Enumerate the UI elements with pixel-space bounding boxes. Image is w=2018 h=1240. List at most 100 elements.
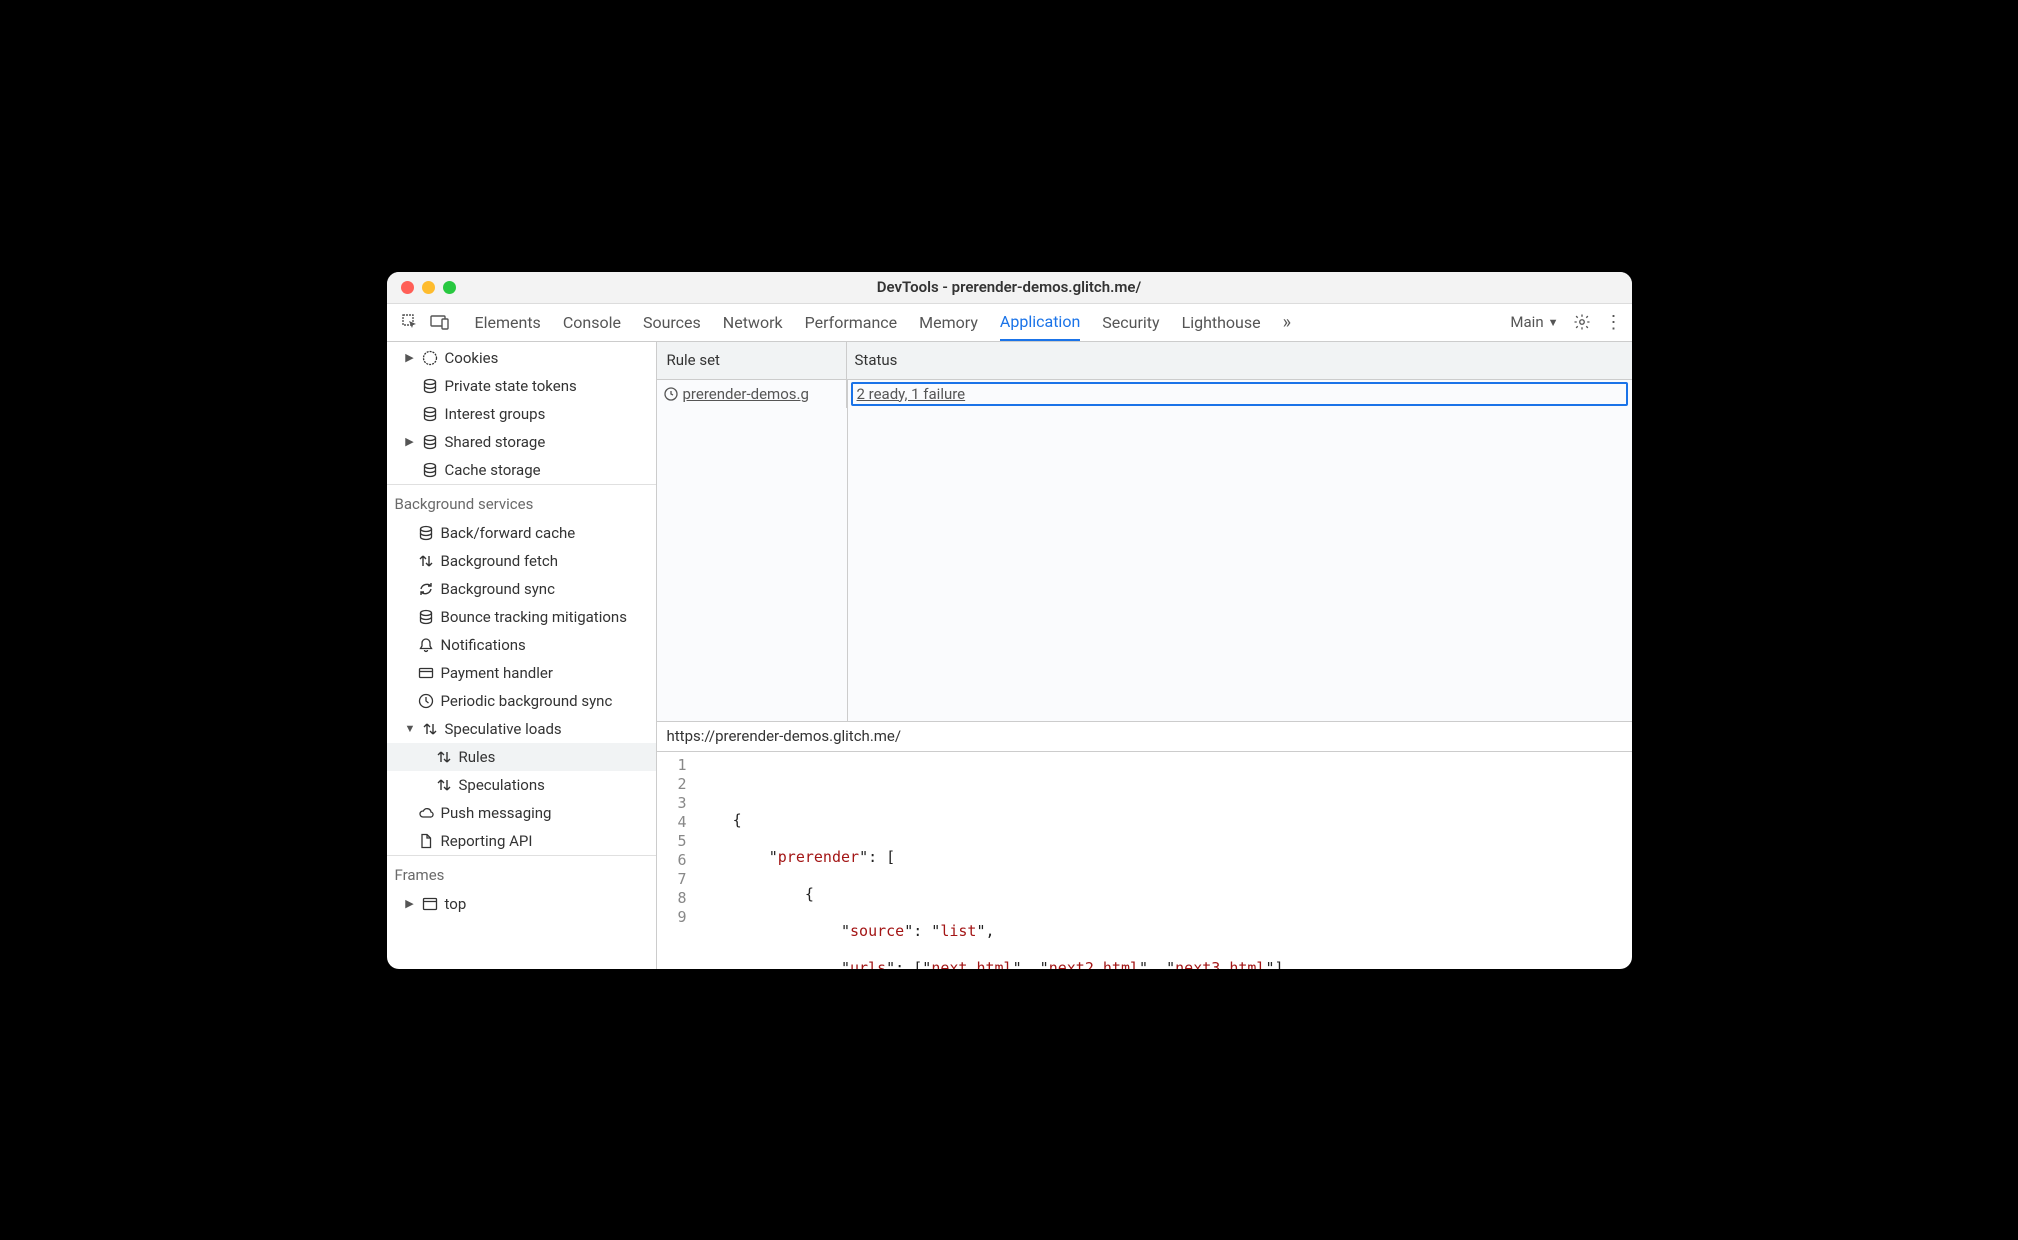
sidebar-item-label: Shared storage xyxy=(445,433,546,451)
sidebar-item-cookies[interactable]: ▶ Cookies xyxy=(387,344,656,372)
transfer-icon xyxy=(435,749,453,765)
sidebar-item-label: Periodic background sync xyxy=(441,692,613,710)
credit-card-icon xyxy=(417,665,435,681)
transfer-icon xyxy=(417,553,435,569)
window-title: DevTools - prerender-demos.glitch.me/ xyxy=(387,278,1632,296)
sidebar-item-notifications[interactable]: Notifications xyxy=(387,631,656,659)
tab-performance[interactable]: Performance xyxy=(805,304,898,341)
detail-url: https://prerender-demos.glitch.me/ xyxy=(657,722,1632,752)
application-sidebar: ▶ Cookies Private state tokens Interest … xyxy=(387,342,657,969)
clock-arrow-icon xyxy=(663,386,679,402)
column-divider[interactable] xyxy=(847,380,848,721)
device-toolbar-icon[interactable] xyxy=(427,309,453,335)
sidebar-item-private-state-tokens[interactable]: Private state tokens xyxy=(387,372,656,400)
tab-memory[interactable]: Memory xyxy=(919,304,978,341)
transfer-icon xyxy=(421,721,439,737)
close-window-button[interactable] xyxy=(401,281,414,294)
sidebar-item-reporting-api[interactable]: Reporting API xyxy=(387,827,656,855)
tab-console[interactable]: Console xyxy=(563,304,621,341)
sidebar-item-background-fetch[interactable]: Background fetch xyxy=(387,547,656,575)
sidebar-item-label: Notifications xyxy=(441,636,526,654)
code-viewer: 1 2 3 4 5 6 7 8 9 { "prerender": [ { "so… xyxy=(657,752,1632,969)
tab-sources[interactable]: Sources xyxy=(643,304,701,341)
sidebar-item-label: Private state tokens xyxy=(445,377,577,395)
section-header-background-services: Background services xyxy=(387,484,656,519)
titlebar: DevTools - prerender-demos.glitch.me/ xyxy=(387,272,1632,304)
sidebar-item-shared-storage[interactable]: ▶ Shared storage xyxy=(387,428,656,456)
sidebar-item-background-sync[interactable]: Background sync xyxy=(387,575,656,603)
rules-table-body: prerender-demos.g 2 ready, 1 failure xyxy=(657,380,1632,722)
toolbar: Elements Console Sources Network Perform… xyxy=(387,304,1632,342)
cloud-icon xyxy=(417,805,435,821)
tab-application[interactable]: Application xyxy=(1000,304,1080,341)
line-numbers: 1 2 3 4 5 6 7 8 9 xyxy=(657,756,697,969)
sidebar-item-label: Reporting API xyxy=(441,832,533,850)
sidebar-item-label: Speculative loads xyxy=(445,720,562,738)
sidebar-item-payment-handler[interactable]: Payment handler xyxy=(387,659,656,687)
sidebar-item-label: top xyxy=(445,895,467,913)
more-menu-icon[interactable]: ⋮ xyxy=(1605,312,1622,333)
database-icon xyxy=(421,462,439,478)
sync-icon xyxy=(417,581,435,597)
column-header-rule-set[interactable]: Rule set xyxy=(657,342,847,379)
section-header-frames: Frames xyxy=(387,855,656,890)
main-panel: Rule set Status prerender-demos.g 2 read… xyxy=(657,342,1632,969)
column-header-status[interactable]: Status xyxy=(847,342,1632,379)
sidebar-item-label: Background sync xyxy=(441,580,555,598)
database-icon xyxy=(421,434,439,450)
sidebar-item-cache-storage[interactable]: Cache storage xyxy=(387,456,656,484)
document-icon xyxy=(417,833,435,849)
sidebar-item-label: Back/forward cache xyxy=(441,524,576,542)
code-content[interactable]: { "prerender": [ { "source": "list", "ur… xyxy=(697,756,1632,969)
disclosure-triangle-icon: ▼ xyxy=(405,722,415,735)
sidebar-item-label: Rules xyxy=(459,748,496,766)
sidebar-item-label: Payment handler xyxy=(441,664,553,682)
rules-table-header: Rule set Status xyxy=(657,342,1632,380)
status-cell-selected[interactable]: 2 ready, 1 failure xyxy=(851,382,1628,406)
sidebar-item-label: Push messaging xyxy=(441,804,552,822)
tab-network[interactable]: Network xyxy=(723,304,783,341)
table-row[interactable]: prerender-demos.g 2 ready, 1 failure xyxy=(657,380,1632,408)
settings-icon[interactable] xyxy=(1573,313,1591,331)
maximize-window-button[interactable] xyxy=(443,281,456,294)
window-controls xyxy=(401,281,456,294)
frame-selector[interactable]: Main ▼ xyxy=(1510,313,1558,331)
sidebar-item-label: Bounce tracking mitigations xyxy=(441,608,627,626)
sidebar-item-rules[interactable]: Rules xyxy=(387,743,656,771)
status-link[interactable]: 2 ready, 1 failure xyxy=(857,385,966,403)
frame-selector-label: Main xyxy=(1510,313,1543,331)
sidebar-item-label: Background fetch xyxy=(441,552,558,570)
sidebar-item-periodic-sync[interactable]: Periodic background sync xyxy=(387,687,656,715)
rule-set-link[interactable]: prerender-demos.g xyxy=(683,385,809,403)
tab-elements[interactable]: Elements xyxy=(475,304,541,341)
window-icon xyxy=(421,896,439,912)
sidebar-item-label: Cache storage xyxy=(445,461,541,479)
sidebar-item-speculative-loads[interactable]: ▼ Speculative loads xyxy=(387,715,656,743)
inspect-element-icon[interactable] xyxy=(397,309,423,335)
minimize-window-button[interactable] xyxy=(422,281,435,294)
database-icon xyxy=(417,609,435,625)
sidebar-item-bfcache[interactable]: Back/forward cache xyxy=(387,519,656,547)
sidebar-item-label: Cookies xyxy=(445,349,499,367)
disclosure-triangle-icon: ▶ xyxy=(405,897,415,910)
bell-icon xyxy=(417,637,435,653)
sidebar-item-frame-top[interactable]: ▶ top xyxy=(387,890,656,918)
sidebar-item-interest-groups[interactable]: Interest groups xyxy=(387,400,656,428)
more-tabs-icon[interactable]: » xyxy=(1283,304,1291,341)
devtools-window: DevTools - prerender-demos.glitch.me/ El… xyxy=(387,272,1632,969)
chevron-down-icon: ▼ xyxy=(1548,316,1559,329)
transfer-icon xyxy=(435,777,453,793)
sidebar-item-speculations[interactable]: Speculations xyxy=(387,771,656,799)
database-icon xyxy=(417,525,435,541)
sidebar-item-push-messaging[interactable]: Push messaging xyxy=(387,799,656,827)
database-icon xyxy=(421,378,439,394)
tab-lighthouse[interactable]: Lighthouse xyxy=(1182,304,1261,341)
sidebar-item-label: Interest groups xyxy=(445,405,546,423)
clock-icon xyxy=(417,693,435,709)
sidebar-item-bounce-tracking[interactable]: Bounce tracking mitigations xyxy=(387,603,656,631)
panel-tabs: Elements Console Sources Network Perform… xyxy=(475,304,1292,341)
database-icon xyxy=(421,406,439,422)
cookie-icon xyxy=(421,350,439,366)
disclosure-triangle-icon: ▶ xyxy=(405,351,415,364)
tab-security[interactable]: Security xyxy=(1102,304,1159,341)
